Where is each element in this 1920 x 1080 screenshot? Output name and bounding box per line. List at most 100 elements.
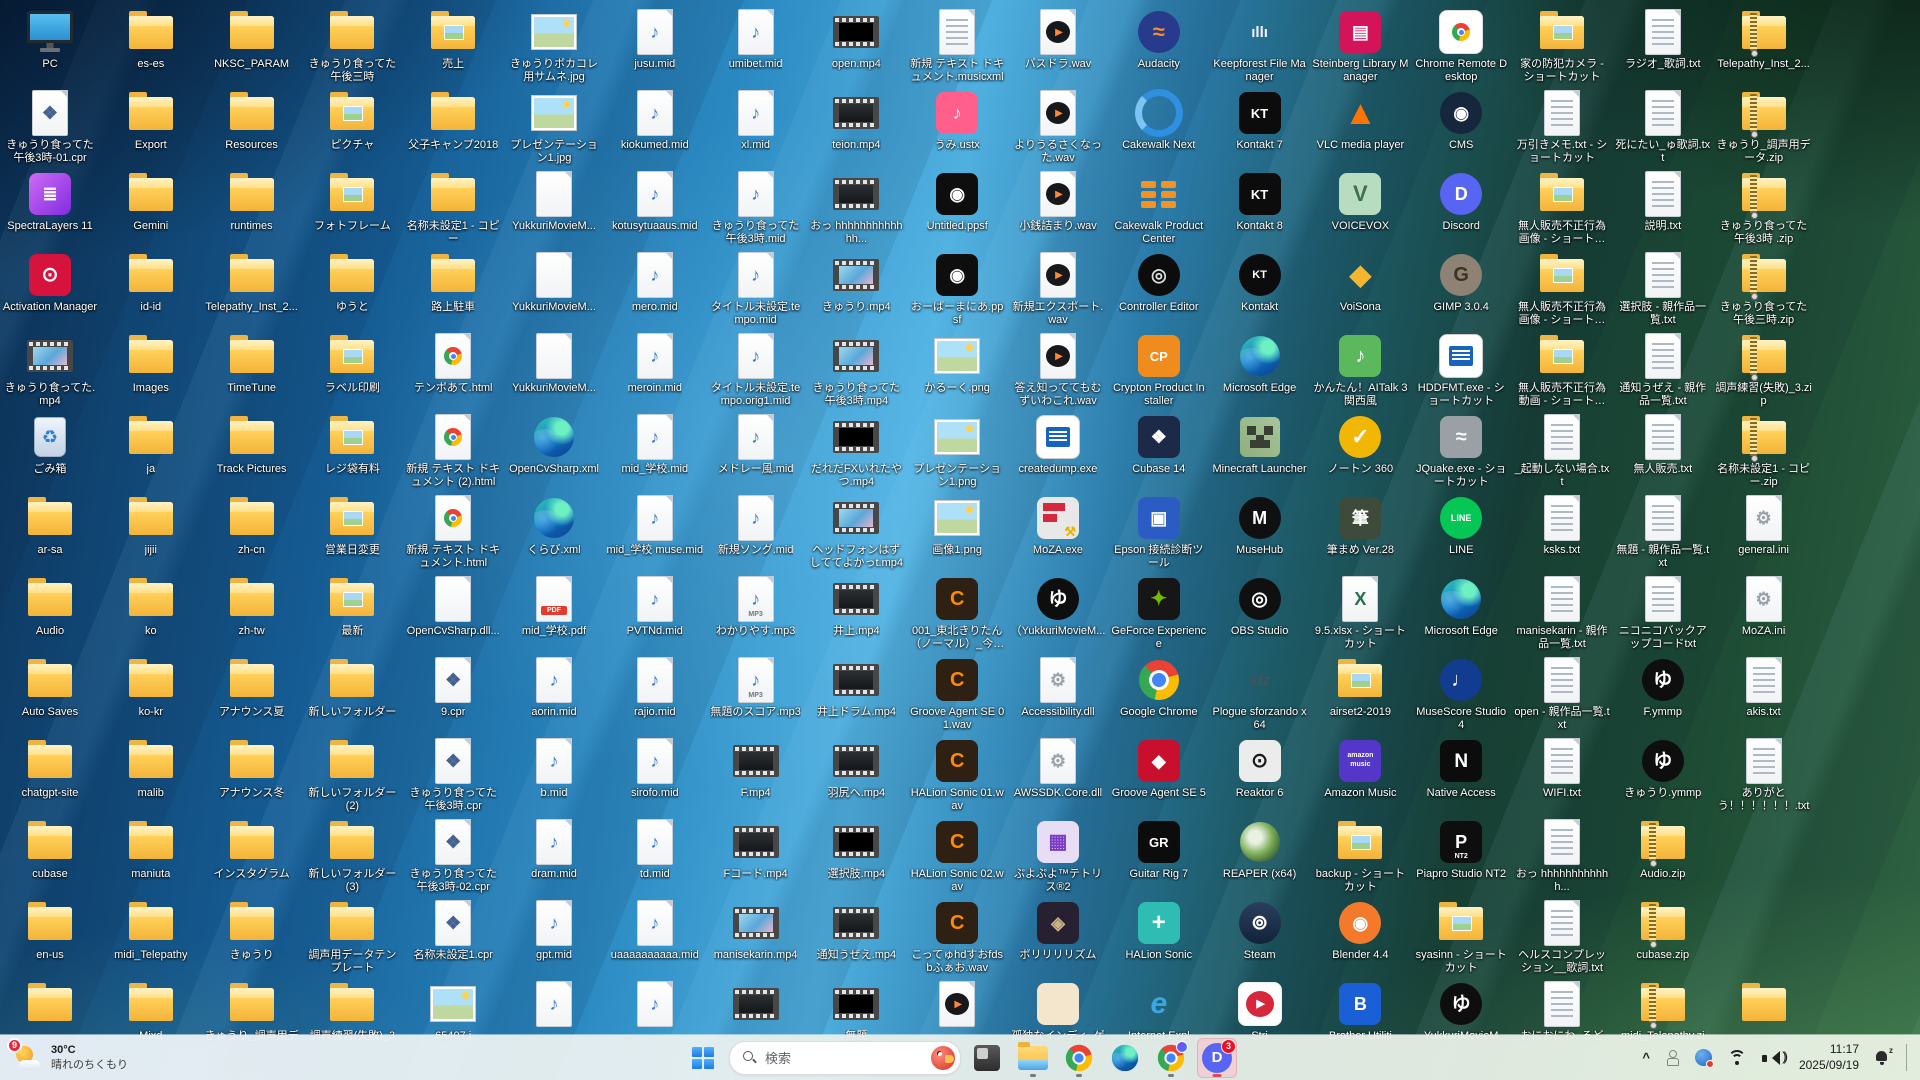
- desktop-icon[interactable]: ヘルスコンプレッション__歌詞.txt: [1512, 899, 1612, 976]
- desktop-icon[interactable]: midi_Telepathy: [101, 899, 201, 962]
- desktop-icon[interactable]: ゆうと: [302, 251, 402, 314]
- desktop-icon[interactable]: ▶Stri: [1210, 980, 1310, 1043]
- desktop-icon[interactable]: es-es: [101, 8, 201, 71]
- desktop-icon[interactable]: 路上駐車: [403, 251, 503, 314]
- desktop-icon[interactable]: Audio.zip: [1613, 818, 1713, 881]
- desktop-icon[interactable]: chatgpt-site: [0, 737, 100, 800]
- desktop-icon[interactable]: YukkuriMovieM...: [504, 332, 604, 395]
- desktop-icon[interactable]: 通知うぜえ.mp4: [806, 899, 906, 962]
- desktop-icon[interactable]: ▶新規エクスポート.wav: [1008, 251, 1108, 328]
- desktop-icon[interactable]: 新規 テキスト ドキュメント.html: [403, 494, 503, 571]
- desktop-icon[interactable]: Minecraft Launcher: [1210, 413, 1310, 476]
- desktop-icon[interactable]: Fコード.mp4: [706, 818, 806, 881]
- desktop-icon[interactable]: Images: [101, 332, 201, 395]
- wifi-icon[interactable]: [1727, 1050, 1747, 1066]
- desktop-icon[interactable]: amazonmusicAmazon Music: [1310, 737, 1410, 800]
- desktop-icon[interactable]: ゆきゅうり.ymmp: [1613, 737, 1713, 800]
- desktop-icon[interactable]: 無題: [806, 980, 906, 1043]
- search-input[interactable]: 検索: [729, 1041, 961, 1075]
- desktop-icon[interactable]: Track Pictures: [202, 413, 302, 476]
- desktop-icon[interactable]: ⚙AWSSDK.Core.dll: [1008, 737, 1108, 800]
- desktop-icon[interactable]: 羽尻へ.mp4: [806, 737, 906, 800]
- desktop-icon[interactable]: ♪かんたん！AITalk 3 関西風: [1310, 332, 1410, 409]
- desktop-icon[interactable]: zh-cn: [202, 494, 302, 557]
- desktop-icon[interactable]: Microsoft Edge: [1210, 332, 1310, 395]
- desktop-icon[interactable]: KTKontakt 8: [1210, 170, 1310, 233]
- desktop-icon[interactable]: ♻ごみ箱: [0, 413, 100, 476]
- desktop-icon[interactable]: 筆筆まめ Ver.28: [1310, 494, 1410, 557]
- desktop-icon[interactable]: フォトフレーム: [302, 170, 402, 233]
- taskbar-widgets-window-button[interactable]: [967, 1038, 1007, 1078]
- desktop-icon[interactable]: Export: [101, 89, 201, 152]
- desktop-icon[interactable]: [1714, 980, 1814, 1030]
- desktop-icon[interactable]: 名称未設定1 - コピー: [403, 170, 503, 247]
- desktop-icon[interactable]: ♪タイトル未設定.tempo.orig1.mid: [706, 332, 806, 409]
- desktop-icon[interactable]: eInternet Expl: [1109, 980, 1209, 1043]
- desktop-icon[interactable]: ◉Blender 4.4: [1310, 899, 1410, 962]
- desktop-icon[interactable]: ◆VoiSona: [1310, 251, 1410, 314]
- desktop-icon[interactable]: backup - ショートカット: [1310, 818, 1410, 895]
- desktop-icon[interactable]: ♪新規ソング.mid: [706, 494, 806, 557]
- desktop-icon[interactable]: ♪kotusytuaaus.mid: [605, 170, 705, 233]
- desktop-icon[interactable]: ❖きゅうり食ってた午後3時-02.cpr: [403, 818, 503, 895]
- desktop-icon[interactable]: ♪: [605, 980, 705, 1030]
- desktop-icon[interactable]: ラベル印刷: [302, 332, 402, 395]
- desktop-icon[interactable]: アナウンス冬: [202, 737, 302, 800]
- desktop-icon[interactable]: くらび.xml: [504, 494, 604, 557]
- desktop-icon[interactable]: きゅうりボカコレ用サムネ.jpg: [504, 8, 604, 85]
- desktop-icon[interactable]: 家の防犯カメラ - ショートカット: [1512, 8, 1612, 85]
- desktop-icon[interactable]: 新規 テキスト ドキュメント.musicxml: [907, 8, 1007, 85]
- desktop-icon[interactable]: ◈ポリリリリズム: [1008, 899, 1108, 962]
- desktop-icon[interactable]: ◉おーばーまにあ.ppsf: [907, 251, 1007, 328]
- desktop-icon[interactable]: アナウンス夏: [202, 656, 302, 719]
- desktop-icon[interactable]: きゅうり食ってた午後3時 .zip: [1714, 170, 1814, 247]
- desktop-icon[interactable]: ✦GeForce Experience: [1109, 575, 1209, 652]
- desktop-icon[interactable]: ♪kiokumed.mid: [605, 89, 705, 152]
- desktop-icon[interactable]: ♪タイトル未設定.tempo.mid: [706, 251, 806, 328]
- desktop-icon[interactable]: おっ hhhhhhhhhhhhh...: [806, 170, 906, 247]
- desktop-icon[interactable]: 選択肢.mp4: [806, 818, 906, 881]
- desktop-icon[interactable]: 選択肢 - 親作品一覧.txt: [1613, 251, 1713, 328]
- desktop-icon[interactable]: ◉CMS: [1411, 89, 1511, 152]
- tray-app-indicator-icon[interactable]: [1695, 1049, 1712, 1066]
- desktop-icon[interactable]: Cこってゅhdすおfdsbふぁお.wav: [907, 899, 1007, 976]
- desktop-icon[interactable]: ❖9.cpr: [403, 656, 503, 719]
- desktop-icon[interactable]: 新規 テキスト ドキュメント (2).html: [403, 413, 503, 490]
- desktop-icon[interactable]: X9.5.xlsx - ショートカット: [1310, 575, 1410, 652]
- desktop-icon[interactable]: ゆYukkuriMovieM: [1411, 980, 1511, 1043]
- desktop-icon[interactable]: TimeTune: [202, 332, 302, 395]
- desktop-icon[interactable]: 無人販売.txt: [1613, 413, 1713, 476]
- desktop-icon[interactable]: ♪きゅうり食ってた午後3時.mid: [706, 170, 806, 247]
- desktop-icon[interactable]: +HALion Sonic: [1109, 899, 1209, 962]
- desktop-icon[interactable]: プレゼンテーション1.png: [907, 413, 1007, 490]
- desktop-icon[interactable]: ♪b.mid: [504, 737, 604, 800]
- desktop-icon[interactable]: Mixd: [101, 980, 201, 1043]
- taskbar-edge-button[interactable]: [1105, 1038, 1145, 1078]
- desktop-icon[interactable]: createdump.exe: [1008, 413, 1108, 476]
- desktop-icon[interactable]: きゅうり食ってた午後三時: [302, 8, 402, 85]
- desktop-icon[interactable]: おっ hhhhhhhhhhhh...: [1512, 818, 1612, 895]
- tray-pen-device-icon[interactable]: [1665, 1050, 1680, 1066]
- desktop-icon[interactable]: teion.mp4: [806, 89, 906, 152]
- desktop-icon[interactable]: 名称未設定1 - コピー.zip: [1714, 413, 1814, 490]
- desktop-icon[interactable]: 売上: [403, 8, 503, 71]
- desktop-icon[interactable]: ♪: [504, 980, 604, 1030]
- desktop-icon[interactable]: ▲VLC media player: [1310, 89, 1410, 152]
- desktop-icon[interactable]: ⚙Accessibility.dll: [1008, 656, 1108, 719]
- desktop-icon[interactable]: ♪うみ.ustx: [907, 89, 1007, 152]
- desktop-icon[interactable]: 父子キャンプ2018: [403, 89, 503, 152]
- desktop-icon[interactable]: インスタグラム: [202, 818, 302, 881]
- desktop-icon[interactable]: 井上ドラム.mp4: [806, 656, 906, 719]
- desktop-icon[interactable]: 無人販売不正行為動画 - ショートカット: [1512, 332, 1612, 409]
- desktop-icon[interactable]: ♪mero.mid: [605, 251, 705, 314]
- desktop-icon[interactable]: ♪xl.mid: [706, 89, 806, 152]
- desktop-icon[interactable]: 画像1.png: [907, 494, 1007, 557]
- desktop-icon[interactable]: きゅうり食ってた午後3時.mp4: [806, 332, 906, 409]
- desktop-icon[interactable]: ありがとう！！！！！！.txt: [1714, 737, 1814, 814]
- desktop-icon[interactable]: _起動しない場合.txt: [1512, 413, 1612, 490]
- desktop-icon[interactable]: だれだFXいれたやつ.mp4: [806, 413, 906, 490]
- desktop-icon[interactable]: ja: [101, 413, 201, 476]
- desktop-icon[interactable]: NKSC_PARAM: [202, 8, 302, 71]
- desktop-icon[interactable]: Audio: [0, 575, 100, 638]
- desktop-icon[interactable]: Telepathy_Inst_2...: [202, 251, 302, 314]
